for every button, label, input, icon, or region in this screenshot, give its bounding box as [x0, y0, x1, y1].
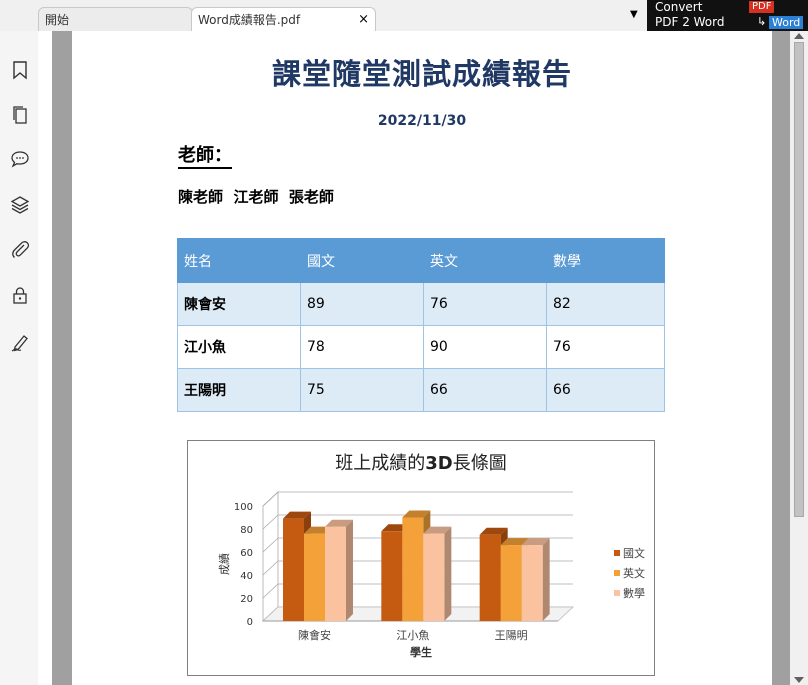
legend-swatch [614, 570, 620, 576]
x-axis-label: 學生 [410, 645, 432, 659]
bar-side [346, 519, 353, 621]
legend-swatch [614, 590, 620, 596]
table-row: 陳會安 89 76 82 [177, 282, 665, 326]
tab-home[interactable]: 開始 [38, 7, 193, 31]
bar [402, 517, 424, 621]
table-cell: 江小魚 [177, 325, 301, 369]
bar [283, 518, 304, 621]
banner-line2: PDF 2 Word [655, 15, 725, 29]
table-cell: 90 [423, 325, 547, 369]
header-english: 英文 [423, 238, 547, 283]
bar-chart: 班上成績的3D長條圖 0 20 40 60 80 100 陳會安 江小魚 王陽明學生 成績 國文英文數… [217, 453, 645, 659]
table-cell: 78 [300, 325, 424, 369]
table-cell: 66 [546, 368, 665, 412]
teacher-label: 老師： [178, 145, 232, 169]
comment-icon[interactable] [9, 148, 31, 170]
bar [521, 545, 543, 621]
table-cell: 82 [546, 282, 665, 326]
table-cell: 76 [423, 282, 547, 326]
y-tick-label: 0 [247, 617, 253, 628]
chart-side-wall [262, 490, 279, 623]
y-axis-label: 成績 [217, 553, 231, 575]
table-cell: 89 [300, 282, 424, 326]
tab-document[interactable]: Word成績報告.pdf × [191, 7, 376, 31]
table-cell: 陳會安 [177, 282, 301, 326]
legend-label: 數學 [623, 587, 645, 600]
tab-home-label: 開始 [45, 13, 70, 27]
table-header-row: 姓名 國文 英文 數學 [177, 238, 665, 283]
header-math: 數學 [546, 238, 665, 283]
x-tick-label: 王陽明 [495, 629, 528, 642]
convert-arrow-icon: ↳ [757, 15, 767, 28]
lock-icon[interactable] [9, 284, 31, 306]
table-cell: 王陽明 [177, 368, 301, 412]
table-cell: 66 [423, 368, 547, 412]
banner-line1: Convert [655, 0, 703, 14]
teacher-names: 陳老師 江老師 張老師 [178, 188, 334, 206]
chart-container: 班上成績的3D長條圖 0 20 40 60 80 100 陳會安 江小魚 王陽明學生 成績 國文英文數… [187, 440, 655, 676]
header-chinese: 國文 [300, 238, 424, 283]
pages-icon[interactable] [9, 104, 31, 126]
scroll-thumb[interactable] [794, 42, 804, 517]
word-badge: Word [769, 16, 804, 29]
grades-table: 姓名 國文 英文 數學 陳會安 89 76 82 江小魚 78 90 76 王陽… [177, 238, 665, 412]
tab-document-label: Word成績報告.pdf [198, 13, 301, 27]
bar-side [542, 538, 550, 621]
chart-title: 班上成績的3D長條圖 [335, 453, 506, 474]
table-row: 王陽明 75 66 66 [177, 368, 665, 412]
bar [479, 534, 501, 621]
y-tick-label: 60 [240, 548, 253, 559]
bookmark-icon[interactable] [9, 59, 31, 81]
sidebar [0, 31, 39, 685]
viewer-background [52, 31, 72, 685]
y-tick-label: 100 [234, 502, 253, 513]
bar [325, 526, 346, 621]
table-cell: 75 [300, 368, 424, 412]
tab-list-dropdown-icon[interactable]: ▼ [630, 9, 638, 20]
bar-side [444, 526, 452, 621]
pdf-page: 課堂隨堂測試成績報告 2022/11/30 老師： 陳老師 江老師 張老師 姓名… [72, 31, 772, 685]
bar [500, 545, 522, 621]
y-tick-label: 80 [240, 525, 253, 536]
y-tick-label: 40 [240, 571, 253, 582]
scroll-down-icon[interactable] [794, 677, 804, 683]
table-row: 江小魚 78 90 76 [177, 325, 665, 369]
legend-swatch [614, 550, 620, 556]
scroll-up-icon[interactable] [794, 33, 804, 39]
document-date: 2022/11/30 [377, 113, 467, 129]
layers-icon[interactable] [9, 194, 31, 216]
close-icon[interactable]: × [358, 8, 369, 32]
gridline [262, 491, 573, 507]
table-cell: 76 [546, 325, 665, 369]
x-tick-label: 江小魚 [396, 629, 429, 642]
viewer-gutter [38, 31, 52, 685]
tab-bar: 開始 Word成績報告.pdf × ▼ Convert PDF 2 Word P… [0, 0, 808, 31]
attachment-icon[interactable] [9, 239, 31, 261]
bar [423, 533, 445, 621]
bar [304, 533, 325, 621]
bar [381, 531, 403, 621]
vertical-scrollbar[interactable] [790, 31, 808, 685]
header-name: 姓名 [177, 238, 301, 283]
x-tick-label: 陳會安 [298, 628, 331, 642]
pdf-badge: PDF [749, 1, 775, 13]
legend-label: 英文 [623, 566, 645, 580]
legend-label: 國文 [623, 546, 645, 560]
y-tick-label: 20 [240, 594, 253, 605]
convert-pdf-to-word-banner[interactable]: Convert PDF 2 Word PDF ↳ Word [647, 0, 808, 31]
viewer-background-right [772, 31, 790, 685]
signature-icon[interactable] [9, 331, 31, 353]
document-title: 課堂隨堂測試成績報告 [271, 57, 572, 91]
